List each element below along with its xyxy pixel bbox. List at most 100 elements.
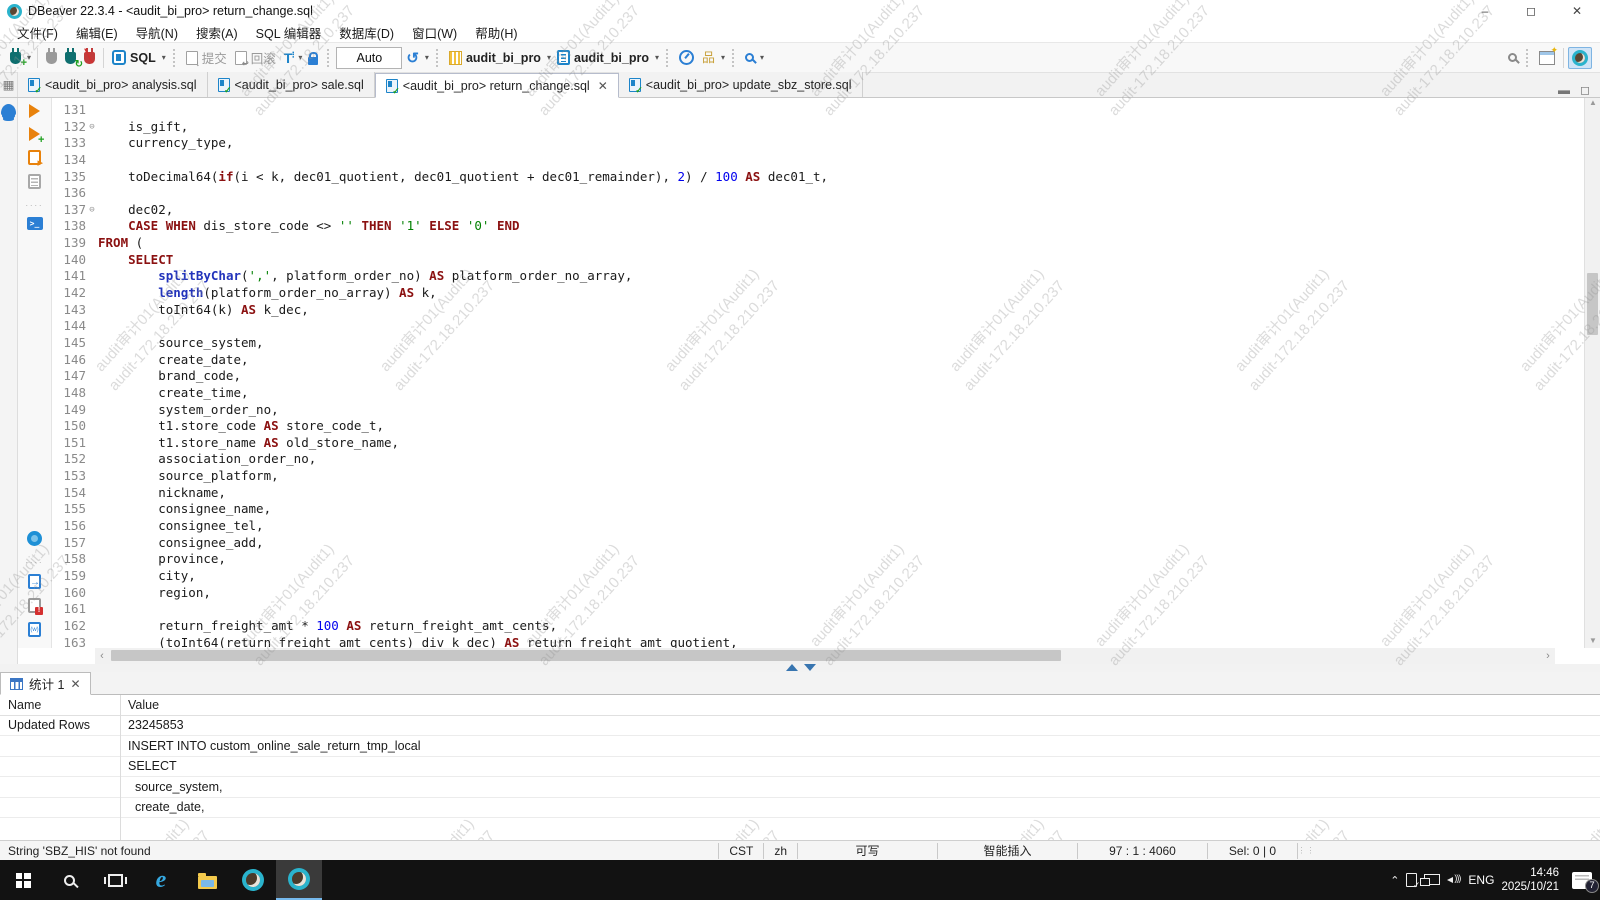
scroll-down-arrow[interactable]: ▼ (1585, 636, 1600, 648)
stats-col-header-0[interactable]: Name (0, 698, 120, 712)
start-button[interactable] (0, 860, 46, 900)
stats-row-3[interactable]: source_system, (0, 777, 1600, 798)
code-line-133[interactable]: 133 currency_type, (52, 135, 1584, 152)
file-explorer-button[interactable] (184, 860, 230, 900)
history-dropdown[interactable]: ▾ (423, 53, 431, 62)
horizontal-scrollbar[interactable]: ‹ › (95, 648, 1555, 664)
code-line-151[interactable]: 151 t1.store_name AS old_store_name, (52, 435, 1584, 452)
output-log-button[interactable]: (w) (28, 622, 41, 637)
code-line-132[interactable]: 132⊖ is_gift, (52, 119, 1584, 136)
dbeaver-taskbar-button-active[interactable] (276, 860, 322, 900)
menu-item-4[interactable]: SQL 编辑器 (247, 22, 331, 42)
status-segment-3[interactable]: 智能插入 (937, 843, 1077, 859)
menu-item-3[interactable]: 搜索(A) (187, 22, 247, 42)
code-line-131[interactable]: 131 (52, 102, 1584, 119)
code-line-158[interactable]: 158 province, (52, 551, 1584, 568)
usb-device-icon[interactable] (1406, 873, 1417, 887)
task-view-button[interactable] (92, 860, 138, 900)
code-line-140[interactable]: 140 SELECT (52, 252, 1584, 269)
tray-expand-icon[interactable]: ⌃ (1390, 874, 1399, 887)
scroll-right-arrow[interactable]: › (1541, 650, 1555, 662)
menu-item-6[interactable]: 窗口(W) (403, 22, 466, 42)
network-icon[interactable] (1424, 874, 1440, 885)
code-line-149[interactable]: 149 system_order_no, (52, 402, 1584, 419)
code-line-137[interactable]: 137⊖ dec02, (52, 202, 1584, 219)
schema-selector[interactable]: audit_bi_pro (553, 46, 653, 70)
status-segment-5[interactable]: Sel: 0 | 0 (1207, 843, 1297, 859)
clock[interactable]: 14:46 2025/10/21 (1501, 866, 1559, 895)
database-navigator-icon[interactable] (1, 104, 16, 117)
editor-tab-1[interactable]: <audit_bi_pro> sale.sql (208, 72, 375, 97)
open-perspective-button[interactable] (1535, 46, 1559, 70)
connection-selector[interactable]: audit_bi_pro (445, 46, 545, 70)
code-line-139[interactable]: 139FROM ( (52, 235, 1584, 252)
code-line-163[interactable]: 163 (toInt64(return_freight_amt_cents) d… (52, 635, 1584, 649)
vertical-scrollbar[interactable]: ▲ ▼ (1584, 98, 1600, 648)
code-line-136[interactable]: 136 (52, 185, 1584, 202)
stats-row-4[interactable]: create_date, (0, 798, 1600, 819)
status-segment-4[interactable]: 97 : 1 : 4060 (1077, 843, 1207, 859)
new-connection-button[interactable] (6, 46, 25, 70)
fold-collapse-icon[interactable]: ⊖ (86, 202, 98, 219)
vertical-scroll-thumb[interactable] (1587, 273, 1598, 335)
menu-item-1[interactable]: 编辑(E) (67, 22, 127, 42)
commit-button[interactable]: 提交 (182, 46, 231, 70)
panel-splitter[interactable] (0, 664, 1600, 672)
language-indicator[interactable]: ENG (1468, 873, 1494, 887)
code-line-147[interactable]: 147 brand_code, (52, 368, 1584, 385)
stats-row-2[interactable]: SELECT (0, 757, 1600, 778)
code-line-150[interactable]: 150 t1.store_code AS store_code_t, (52, 418, 1584, 435)
code-line-152[interactable]: 152 association_order_no, (52, 451, 1584, 468)
er-diagram-button[interactable]: 品 (698, 46, 719, 70)
fold-collapse-icon[interactable]: ⊖ (86, 119, 98, 136)
quick-search-button[interactable] (1504, 46, 1521, 70)
er-diagram-dropdown[interactable]: ▾ (719, 53, 727, 62)
sql-editor-dropdown[interactable]: ▾ (160, 53, 168, 62)
transaction-dropdown[interactable]: ▾ (296, 53, 304, 62)
menu-item-7[interactable]: 帮助(H) (466, 22, 526, 42)
code-line-161[interactable]: 161 (52, 601, 1584, 618)
horizontal-scroll-thumb[interactable] (111, 650, 1061, 661)
connection-selector-dropdown[interactable]: ▾ (545, 53, 553, 62)
code-line-153[interactable]: 153 source_platform, (52, 468, 1584, 485)
status-segment-0[interactable]: CST (718, 843, 763, 859)
code-line-155[interactable]: 155 consignee_name, (52, 501, 1584, 518)
code-line-154[interactable]: 154 nickname, (52, 485, 1584, 502)
code-line-144[interactable]: 144 (52, 318, 1584, 335)
scroll-left-arrow[interactable]: ‹ (95, 650, 109, 662)
dashboard-button[interactable] (675, 46, 698, 70)
code-line-143[interactable]: 143 toInt64(k) AS k_dec, (52, 302, 1584, 319)
editor-tab-2[interactable]: <audit_bi_pro> return_change.sql✕ (375, 73, 619, 98)
code-line-156[interactable]: 156 consignee_tel, (52, 518, 1584, 535)
panel-minimize-icon[interactable]: ▬ (1558, 83, 1570, 97)
reconnect-button[interactable] (61, 46, 80, 70)
tab-statistics[interactable]: 统计 1 ✕ (0, 672, 91, 695)
notification-center-icon[interactable]: 7 (1572, 872, 1592, 889)
code-line-141[interactable]: 141 splitByChar(',', platform_order_no) … (52, 268, 1584, 285)
status-segment-2[interactable]: 可写 (797, 843, 937, 859)
dbeaver-taskbar-button[interactable] (230, 860, 276, 900)
dbeaver-perspective-button[interactable] (1568, 47, 1592, 69)
minimize-button[interactable]: – (1462, 0, 1508, 22)
explain-plan-button[interactable] (28, 174, 41, 189)
search-dropdown[interactable]: ▾ (758, 53, 766, 62)
code-line-134[interactable]: 134 (52, 152, 1584, 169)
menu-item-5[interactable]: 数据库(D) (330, 22, 403, 42)
lock-button[interactable] (304, 46, 322, 70)
splitter-down-icon[interactable] (804, 664, 816, 671)
code-line-157[interactable]: 157 consignee_add, (52, 535, 1584, 552)
history-button[interactable]: ↺ (402, 46, 423, 70)
code-line-146[interactable]: 146 create_date, (52, 352, 1584, 369)
menu-item-0[interactable]: 文件(F) (8, 22, 67, 42)
splitter-up-icon[interactable] (786, 664, 798, 671)
taskbar-search-button[interactable] (46, 860, 92, 900)
code-line-145[interactable]: 145 source_system, (52, 335, 1584, 352)
execute-new-tab-button[interactable] (29, 127, 40, 141)
execute-statement-button[interactable] (29, 104, 40, 118)
code-line-160[interactable]: 160 region, (52, 585, 1584, 602)
connect-button[interactable] (42, 46, 61, 70)
transaction-mode-button[interactable]: T (280, 46, 297, 70)
export-result-button[interactable] (28, 574, 41, 589)
speaker-icon[interactable] (1447, 874, 1461, 886)
code-line-135[interactable]: 135 toDecimal64(if(i < k, dec01_quotient… (52, 169, 1584, 186)
